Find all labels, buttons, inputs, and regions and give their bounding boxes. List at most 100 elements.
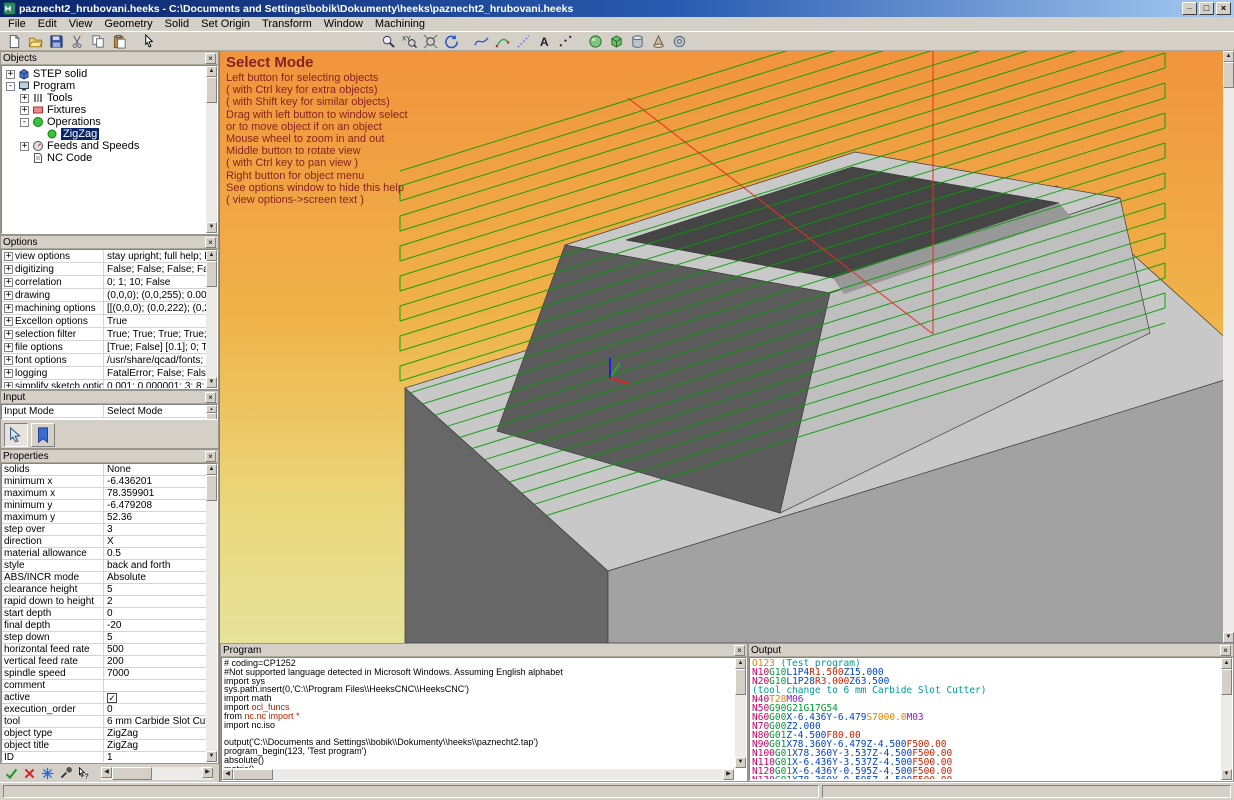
cube-button[interactable] [606, 32, 627, 50]
row-style[interactable]: styleback and forth [2, 560, 206, 572]
row-logging[interactable]: +loggingFatalError; False; False [2, 367, 206, 380]
scroll-track[interactable] [233, 769, 723, 780]
close-icon[interactable] [734, 645, 745, 656]
scroll-up-icon[interactable] [1223, 51, 1234, 62]
close-icon[interactable] [205, 392, 216, 403]
property-value[interactable]: 5 [104, 632, 206, 643]
expand-icon[interactable]: + [4, 265, 13, 274]
row-digitizing[interactable]: +digitizingFalse; False; False; False; F… [2, 263, 206, 276]
expand-icon[interactable]: + [4, 330, 13, 339]
row-minimum-x[interactable]: minimum x-6.436201 [2, 476, 206, 488]
row-id[interactable]: ID1 [2, 752, 206, 762]
row-maximum-x[interactable]: maximum x78.359901 [2, 488, 206, 500]
scroll-up-icon[interactable] [735, 658, 746, 669]
row-vertical-feed-rate[interactable]: vertical feed rate200 [2, 656, 206, 668]
magnify-button[interactable] [378, 32, 399, 50]
expand-icon[interactable]: - [20, 118, 29, 127]
row-excellon-options[interactable]: +Excellon optionsTrue [2, 315, 206, 328]
property-value[interactable]: False; False; False; False; False [104, 263, 206, 275]
scroll-down-icon[interactable] [1221, 769, 1232, 780]
cone-button[interactable] [648, 32, 669, 50]
property-value[interactable]: -6.436201 [104, 476, 206, 487]
options-scrollbar[interactable] [206, 250, 217, 388]
property-value[interactable]: 1 [104, 752, 206, 762]
menu-machining[interactable]: Machining [369, 17, 431, 31]
spline-button[interactable] [471, 32, 492, 50]
property-value[interactable]: stay upright; full help; False; Fa [104, 250, 206, 262]
property-value[interactable]: True; True; True; True; True; Tr [104, 328, 206, 340]
open-button[interactable] [25, 32, 46, 50]
close-icon[interactable] [205, 53, 216, 64]
property-value[interactable]: /usr/share/qcad/fonts; 100; 25 [104, 354, 206, 366]
scroll-up-icon[interactable] [206, 464, 217, 475]
scroll-track[interactable] [112, 767, 202, 780]
menu-file[interactable]: File [2, 17, 32, 31]
scroll-up-icon[interactable] [206, 66, 217, 77]
tree-item-program[interactable]: -Program [4, 80, 206, 92]
points-button[interactable] [555, 32, 576, 50]
property-value[interactable]: 6 mm Carbide Slot Cutter [104, 716, 206, 727]
maximize-button[interactable] [1199, 2, 1214, 15]
star-button[interactable] [39, 766, 55, 781]
property-value[interactable]: back and forth [104, 560, 206, 571]
expand-icon[interactable]: + [4, 252, 13, 261]
scroll-thumb[interactable] [233, 769, 273, 780]
property-value[interactable]: 0; 1; 10; False [104, 276, 206, 288]
property-value[interactable]: 52.36 [104, 512, 206, 523]
close-icon[interactable] [205, 237, 216, 248]
gripper-button[interactable] [31, 423, 55, 447]
row-maximum-y[interactable]: maximum y52.36 [2, 512, 206, 524]
paste-button[interactable] [109, 32, 130, 50]
scroll-thumb[interactable] [206, 261, 217, 287]
scroll-thumb[interactable] [206, 413, 217, 420]
row-spindle-speed[interactable]: spindle speed7000 [2, 668, 206, 680]
scroll-thumb[interactable] [1223, 62, 1234, 88]
scroll-left-icon[interactable] [222, 769, 233, 780]
property-value[interactable]: Absolute [104, 572, 206, 583]
close-button[interactable] [1216, 2, 1231, 15]
tree-item-fixtures[interactable]: +Fixtures [4, 104, 206, 116]
footer-scrollbar[interactable] [101, 767, 213, 780]
property-value[interactable]: Select Mode [104, 405, 206, 417]
scroll-down-icon[interactable] [206, 222, 217, 233]
cross-button[interactable] [21, 766, 37, 781]
row-font-options[interactable]: +font options/usr/share/qcad/fonts; 100;… [2, 354, 206, 367]
row-horizontal-feed-rate[interactable]: horizontal feed rate500 [2, 644, 206, 656]
expand-icon[interactable]: + [4, 317, 13, 326]
menu-solid[interactable]: Solid [159, 17, 195, 31]
help-pointer-button[interactable]: ? [75, 766, 91, 781]
property-value[interactable]: FatalError; False; False [104, 367, 206, 379]
scroll-right-icon[interactable] [723, 769, 734, 780]
rotate-button[interactable] [441, 32, 462, 50]
row-machining-options[interactable]: +machining options[[(0,0,0); (0,0,222); … [2, 302, 206, 315]
property-value[interactable]: True [104, 315, 206, 327]
property-value[interactable] [104, 680, 206, 691]
property-value[interactable]: [True; False] [0.1]; 0; True [104, 341, 206, 353]
property-value[interactable]: (0,0,0); (0,0,255); 0.000001; (0 [104, 289, 206, 301]
property-value[interactable]: X [104, 536, 206, 547]
scroll-down-icon[interactable] [206, 377, 217, 388]
checkbox-checked[interactable] [107, 693, 117, 703]
scroll-track[interactable] [1221, 669, 1232, 769]
property-value[interactable] [104, 692, 206, 703]
row-rapid-down-to-height[interactable]: rapid down to height2 [2, 596, 206, 608]
select-button[interactable] [139, 32, 160, 50]
property-value[interactable]: 7000 [104, 668, 206, 679]
scroll-right-icon[interactable] [202, 767, 213, 778]
scroll-down-icon[interactable] [1223, 632, 1234, 643]
row-active[interactable]: active [2, 692, 206, 704]
tree-item-operations[interactable]: -Operations [4, 116, 206, 128]
row-view-options[interactable]: +view optionsstay upright; full help; Fa… [2, 250, 206, 263]
row-abs-incr-mode[interactable]: ABS/INCR modeAbsolute [2, 572, 206, 584]
menu-view[interactable]: View [63, 17, 99, 31]
property-value[interactable]: [[(0,0,0); (0,0,222); (0,200,0); (2 [104, 302, 206, 314]
row-step-over[interactable]: step over3 [2, 524, 206, 536]
tree-item-zigzag[interactable]: ZigZag [4, 128, 206, 140]
scroll-track[interactable] [206, 475, 217, 751]
tree-item-nc-code[interactable]: NC Code [4, 152, 206, 164]
expand-icon[interactable]: + [4, 382, 13, 389]
row-input-mode[interactable]: Input ModeSelect Mode [2, 405, 206, 418]
expand-icon[interactable]: + [20, 106, 29, 115]
objects-scrollbar[interactable] [206, 66, 217, 233]
row-material-allowance[interactable]: material allowance0.5 [2, 548, 206, 560]
